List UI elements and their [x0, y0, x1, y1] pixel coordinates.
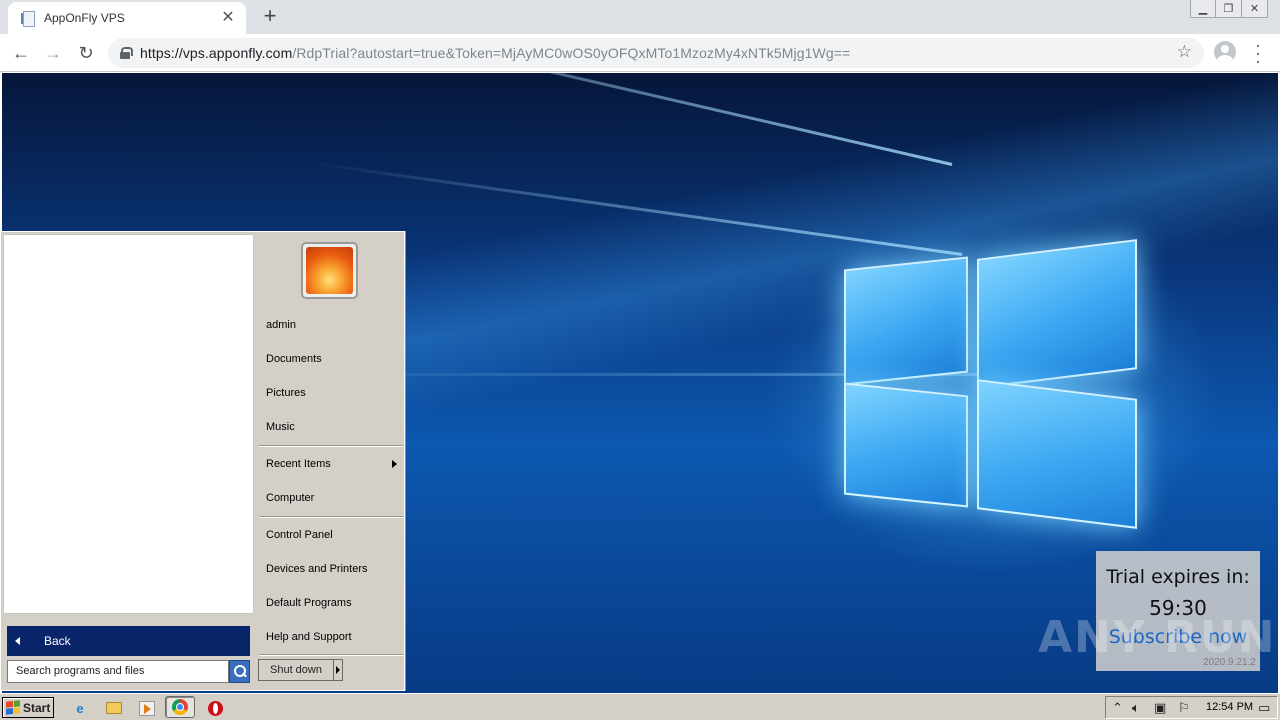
start-item-label: admin [266, 319, 296, 331]
windows-logo-pane [844, 382, 968, 508]
shut-down-button[interactable]: Shut down [258, 659, 334, 681]
start-item-label: Control Panel [266, 529, 333, 541]
chrome-icon[interactable] [165, 696, 195, 718]
reload-icon[interactable]: ↻ [73, 40, 99, 66]
start-item-label: Pictures [266, 387, 306, 399]
programs-list-panel [3, 234, 254, 614]
start-item-recent-items[interactable]: Recent Items [257, 450, 403, 478]
taskbar-clock[interactable]: 12:54 PM [1206, 701, 1253, 713]
browser-tabstrip: AppOnFly VPS ✕ + ▁ ❐ ✕ [0, 0, 1280, 34]
page-favicon-icon [20, 10, 36, 27]
url-path: /RdpTrial?autostart=true&Token=MjAyMC0wO… [292, 45, 851, 61]
shut-down-options-arrow[interactable] [333, 659, 343, 681]
taskbar: Start e ⌃ 🔈︎ ▣ ⚐ ▭ 12:54 PM [0, 693, 1280, 720]
network-icon[interactable]: ▣ [1154, 700, 1166, 716]
browser-toolbar: ← → ↻ https://vps.apponfly.com/RdpTrial?… [0, 34, 1280, 72]
forward-arrow-icon[interactable]: → [40, 40, 66, 66]
start-button[interactable]: Start [2, 697, 54, 718]
windows-logo-pane [977, 379, 1137, 529]
profile-avatar-icon[interactable] [1214, 41, 1236, 63]
windows-flag-icon [6, 700, 20, 715]
trial-title: Trial expires in: [1106, 566, 1250, 588]
menu-divider [259, 516, 403, 518]
search-programs-input[interactable]: Search programs and files [7, 660, 229, 683]
windows-logo-pane [844, 256, 968, 386]
start-item-label: Documents [266, 353, 322, 365]
version-label: 2020.9.21.2 [1203, 657, 1256, 668]
url-text: https://vps.apponfly.com/RdpTrial?autost… [140, 45, 850, 61]
start-item-label: Recent Items [266, 458, 331, 470]
search-icon[interactable] [229, 660, 250, 683]
opera-icon[interactable] [205, 698, 225, 718]
show-hidden-icons-icon[interactable]: ⌃ [1112, 700, 1123, 716]
menu-divider [259, 654, 403, 656]
internet-explorer-icon[interactable]: e [70, 698, 90, 718]
start-item-devices-and-printers[interactable]: Devices and Printers [257, 555, 403, 583]
action-center-flag-icon[interactable]: ⚐ [1178, 700, 1190, 716]
start-item-label: Computer [266, 492, 315, 504]
back-label: Back [44, 634, 71, 648]
browser-tab[interactable]: AppOnFly VPS ✕ [8, 2, 246, 34]
lock-icon [120, 47, 133, 59]
start-item-label: Music [266, 421, 295, 433]
start-item-default-programs[interactable]: Default Programs [257, 589, 403, 617]
start-menu: admin Documents Pictures Music Recent It… [0, 231, 405, 691]
volume-icon[interactable]: 🔈︎ [1132, 700, 1140, 716]
start-item-help-and-support[interactable]: Help and Support [257, 623, 403, 651]
menu-divider [259, 445, 403, 447]
all-programs-back-button[interactable]: Back [7, 626, 250, 656]
start-item-admin[interactable]: admin [257, 311, 403, 339]
start-item-control-panel[interactable]: Control Panel [257, 521, 403, 549]
close-window-button[interactable]: ✕ [1242, 0, 1268, 18]
light-beam-decoration [308, 161, 963, 256]
flower-icon [306, 247, 353, 294]
start-item-label: Devices and Printers [266, 563, 368, 575]
windows-logo-pane [977, 239, 1137, 389]
folder-icon[interactable] [104, 698, 124, 718]
start-item-label: Default Programs [266, 597, 352, 609]
back-triangle-icon [15, 637, 20, 645]
back-arrow-icon[interactable]: ← [8, 40, 34, 66]
start-item-music[interactable]: Music [257, 413, 403, 441]
start-item-computer[interactable]: Computer [257, 484, 403, 512]
user-picture[interactable] [301, 242, 358, 299]
submenu-arrow-icon [392, 460, 397, 468]
close-tab-icon[interactable]: ✕ [220, 10, 236, 26]
show-desktop-icon[interactable]: ▭ [1258, 700, 1270, 716]
url-host: https://vps.apponfly.com [140, 45, 293, 61]
bookmark-star-icon[interactable]: ☆ [1177, 42, 1192, 62]
start-label: Start [23, 700, 51, 715]
restore-window-button[interactable]: ❐ [1216, 0, 1242, 18]
anyrun-watermark: ANY RUN [1038, 612, 1277, 663]
new-tab-button[interactable]: + [258, 5, 282, 29]
shut-down-label: Shut down [270, 664, 322, 676]
browser-menu-icon[interactable]: · · · [1252, 36, 1264, 70]
minimize-window-button[interactable]: ▁ [1190, 0, 1216, 18]
tab-title: AppOnFly VPS [44, 11, 125, 25]
window-controls: ▁ ❐ ✕ [1190, 0, 1268, 18]
light-beam-decoration [201, 73, 953, 166]
address-bar[interactable]: https://vps.apponfly.com/RdpTrial?autost… [108, 38, 1204, 68]
start-item-label: Help and Support [266, 631, 352, 643]
start-item-documents[interactable]: Documents [257, 345, 403, 373]
start-item-pictures[interactable]: Pictures [257, 379, 403, 407]
media-player-icon[interactable] [137, 698, 157, 718]
